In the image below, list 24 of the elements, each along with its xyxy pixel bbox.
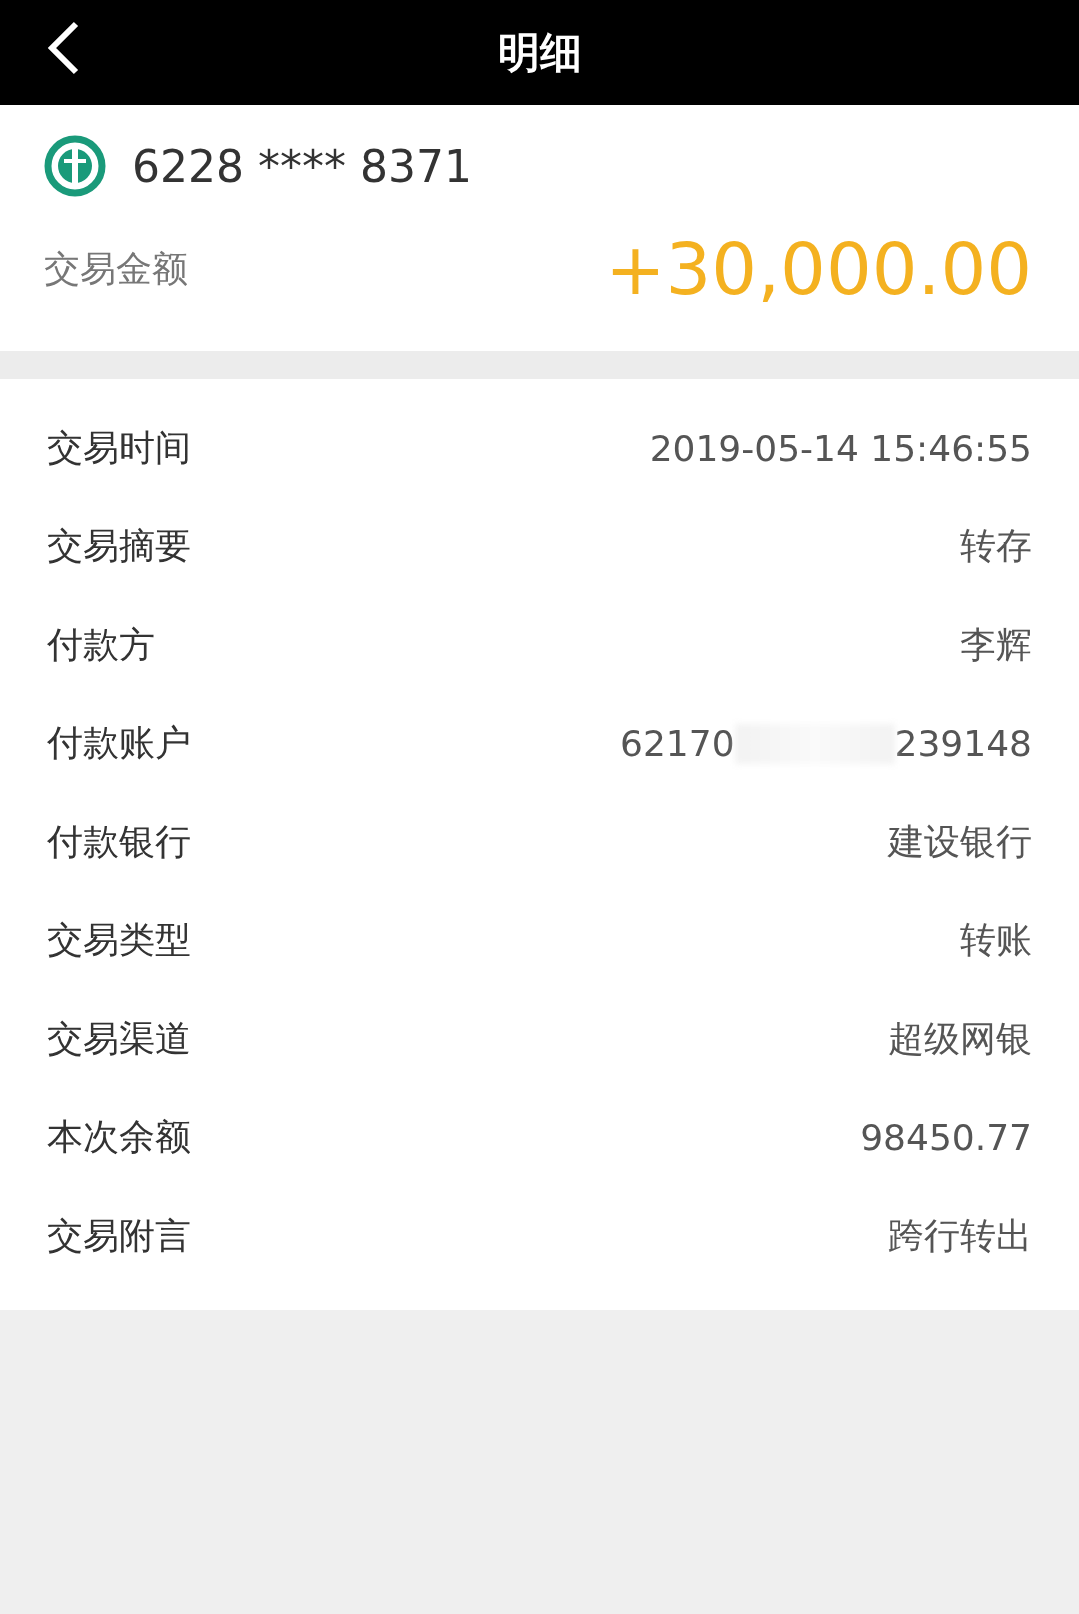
field-value: 转存 [960,524,1032,569]
field-value: 李辉 [960,622,1032,667]
card-number: 6228 **** 8371 [132,140,472,192]
field-value: 跨行转出 [888,1213,1032,1258]
field-label: 交易类型 [47,918,191,963]
account-suffix: 239148 [894,723,1032,765]
field-value: 转账 [960,918,1032,963]
field-label: 本次余额 [47,1115,191,1160]
bank-logo-icon [44,135,106,197]
field-value: 建设银行 [888,819,1032,864]
account-prefix: 62170 [620,723,735,765]
field-value: 2019-05-14 15:46:55 [649,427,1032,469]
field-value: 98450.77 [860,1117,1032,1159]
amount-value: +30,000.00 [605,227,1032,311]
field-label: 付款方 [47,622,155,667]
page-title: 明细 [497,26,582,79]
field-label: 交易时间 [47,425,191,470]
field-label: 付款银行 [47,819,191,864]
field-label: 交易摘要 [47,524,191,569]
field-label: 付款账户 [47,721,191,766]
field-label: 交易渠道 [47,1016,191,1061]
amount-label: 交易金额 [44,246,188,291]
field-value: 超级网银 [888,1016,1032,1061]
field-label: 交易附言 [47,1213,191,1258]
